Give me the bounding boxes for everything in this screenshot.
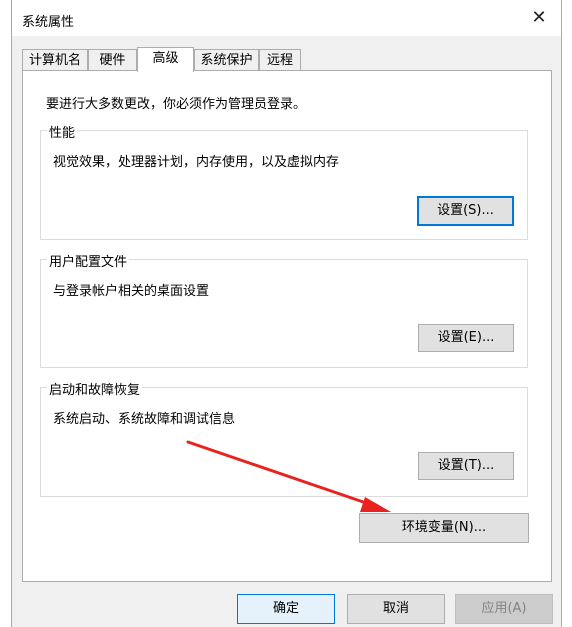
annotation-arrow-shaft [186,440,374,507]
tab-label: 高级 [152,51,179,66]
annotation-arrow [186,440,391,512]
tab-advanced[interactable]: 高级 [137,47,194,72]
annotation-arrow-head [360,497,391,512]
